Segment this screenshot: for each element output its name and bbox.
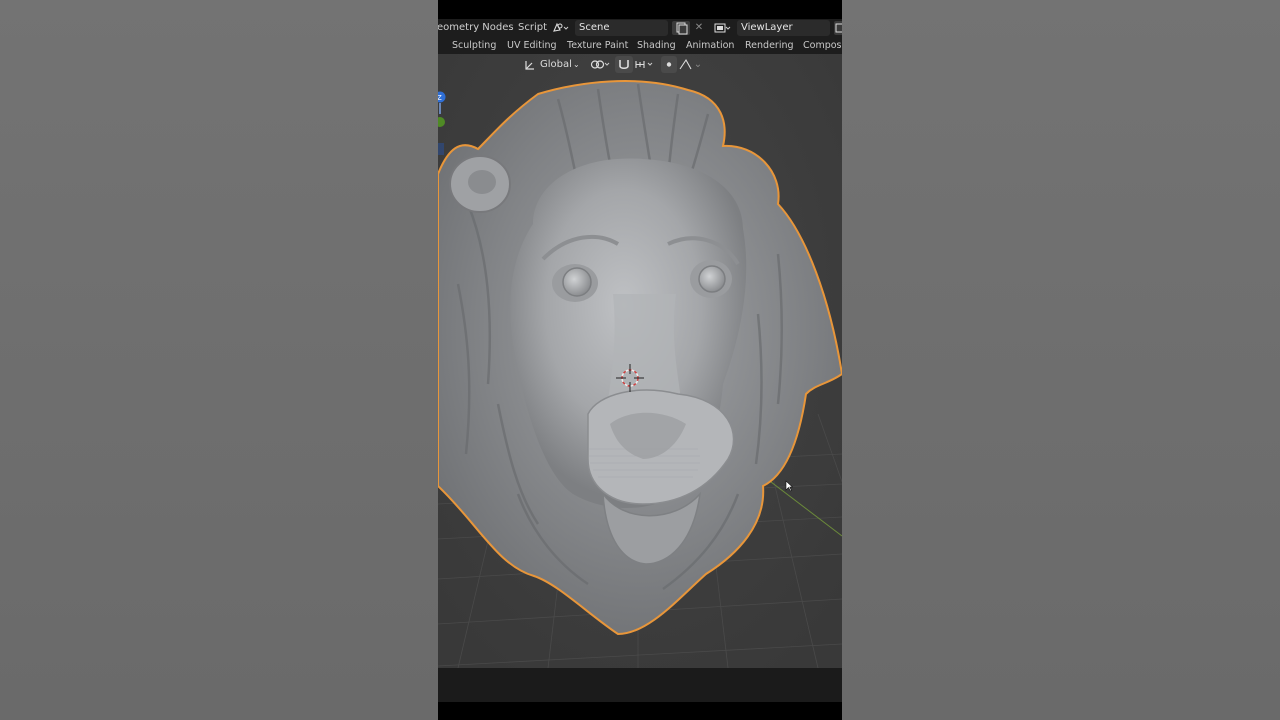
scene-name-field[interactable]: Scene xyxy=(575,20,668,36)
left-eye xyxy=(562,267,592,297)
tab-uv-editing[interactable]: UV Editing xyxy=(507,40,557,51)
new-view-layer-button[interactable] xyxy=(834,21,842,35)
mouse-pointer-icon xyxy=(785,480,793,492)
magnet-icon xyxy=(619,60,629,70)
duplicate-icon xyxy=(676,22,688,35)
falloff-dropdown[interactable] xyxy=(678,56,694,73)
bottom-black-strip xyxy=(438,702,842,720)
proportional-editing-toggle[interactable] xyxy=(661,56,677,73)
close-icon: ✕ xyxy=(694,22,704,33)
chevron-down-icon: ⌄ xyxy=(573,60,580,69)
tab-sculpting[interactable]: Sculpting xyxy=(452,40,496,51)
scene-icon xyxy=(553,22,569,32)
tab-compositing[interactable]: Composit xyxy=(803,40,842,51)
view-layer-selector-button[interactable] xyxy=(713,21,731,35)
workspace-tabs: Sculpting UV Editing Texture Paint Shadi… xyxy=(438,38,842,54)
letterbox-right xyxy=(842,0,1280,720)
tab-animation[interactable]: Animation xyxy=(686,40,734,51)
pivot-point-dropdown[interactable] xyxy=(588,56,612,73)
snap-increment-icon xyxy=(635,61,653,68)
duplicate-icon xyxy=(835,23,842,33)
blender-window: eometry Nodes Script Scene ✕ ViewLayer S… xyxy=(438,0,842,720)
tab-rendering[interactable]: Rendering xyxy=(745,40,794,51)
top-black-strip xyxy=(438,0,842,19)
gizmo-z-label: Z xyxy=(438,94,442,102)
tab-scripting[interactable]: Script xyxy=(518,22,547,33)
falloff-curve-icon xyxy=(679,58,692,70)
top-header: eometry Nodes Script Scene ✕ ViewLayer xyxy=(438,19,842,38)
3d-viewport[interactable]: Z Global ⌄ ⌄ xyxy=(438,54,842,668)
snap-target-dropdown[interactable] xyxy=(633,56,657,73)
tab-texture-paint[interactable]: Texture Paint xyxy=(567,40,628,51)
scene-name: Scene xyxy=(579,22,610,33)
transform-orientation-dropdown[interactable]: Global ⌄ xyxy=(522,56,582,73)
orientation-label: Global xyxy=(540,59,572,70)
chevron-down-icon: ⌄ xyxy=(693,59,703,70)
view-layer-field[interactable]: ViewLayer xyxy=(737,20,830,36)
scene-selector-button[interactable] xyxy=(551,21,569,35)
view-layer-icon xyxy=(714,23,731,33)
tab-geometry-nodes[interactable]: eometry Nodes xyxy=(438,22,514,33)
status-bar xyxy=(438,668,842,702)
new-scene-button[interactable] xyxy=(672,21,690,35)
delete-scene-button[interactable]: ✕ xyxy=(690,21,708,35)
right-eye xyxy=(698,265,726,293)
tab-shading[interactable]: Shading xyxy=(637,40,676,51)
viewport-canvas[interactable]: Z xyxy=(438,54,842,668)
orientation-icon xyxy=(525,61,534,70)
proportional-icon xyxy=(666,62,672,67)
link-icon xyxy=(590,60,610,69)
letterbox-left xyxy=(0,0,438,720)
viewport-tool-header: Global ⌄ ⌄ xyxy=(438,54,842,76)
view-layer-name: ViewLayer xyxy=(741,22,793,33)
snap-toggle[interactable] xyxy=(615,56,633,73)
falloff-chevron[interactable]: ⌄ xyxy=(693,56,703,73)
